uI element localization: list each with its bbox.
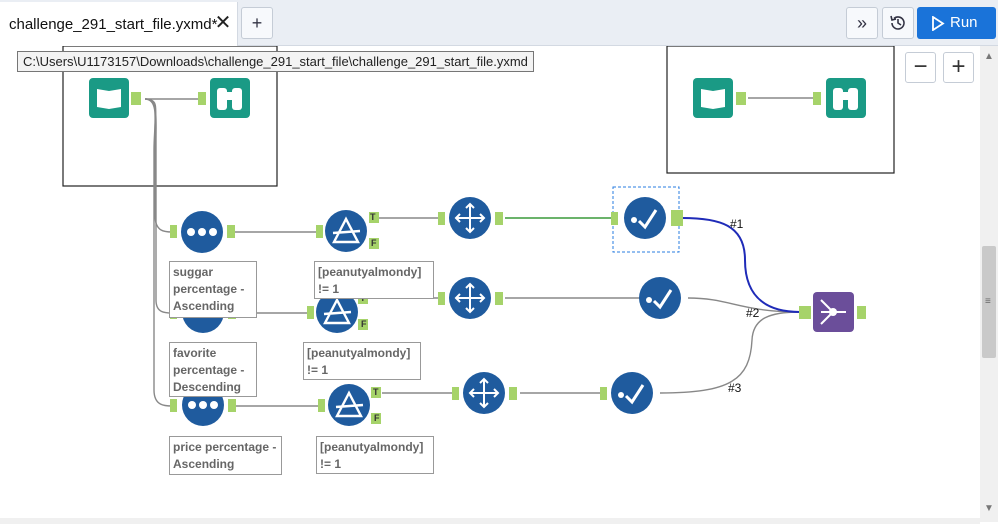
- close-icon[interactable]: ✕: [212, 12, 234, 34]
- true-anchor-label: T: [370, 212, 376, 222]
- file-path-tooltip: C:\Users\U1173157\Downloads\challenge_29…: [17, 51, 534, 72]
- vertical-scrollbar[interactable]: ▲ ≡ ▼: [980, 46, 998, 522]
- input-data-tool[interactable]: [89, 78, 129, 118]
- scroll-thumb[interactable]: ≡: [982, 246, 996, 358]
- tab-bar: challenge_291_start_file.yxmd* ✕ + » Run: [0, 0, 998, 46]
- filter-annotation: [peanutyalmondy] != 1: [314, 261, 434, 299]
- sort-annotation: price percentage - Ascending: [169, 436, 282, 475]
- false-anchor-label: F: [371, 238, 377, 248]
- history-icon[interactable]: [882, 7, 914, 39]
- connection-label: #1: [730, 217, 744, 231]
- connection-label: #3: [728, 381, 742, 395]
- select-tool[interactable]: [452, 372, 517, 414]
- scroll-down-icon[interactable]: ▼: [980, 501, 998, 517]
- output-anchor[interactable]: [131, 92, 141, 105]
- filter-tool[interactable]: [318, 384, 381, 426]
- zoom-in-button[interactable]: +: [943, 52, 974, 83]
- select-tool[interactable]: [438, 277, 503, 319]
- output-anchor[interactable]: [736, 92, 746, 105]
- sample-tool[interactable]: [611, 197, 683, 239]
- sort-annotation: suggar percentage - Ascending: [169, 261, 257, 318]
- false-anchor-label: F: [374, 413, 380, 423]
- tab-title: challenge_291_start_file.yxmd*: [9, 16, 218, 33]
- scroll-up-icon[interactable]: ▲: [980, 49, 998, 65]
- union-tool[interactable]: [799, 292, 866, 332]
- new-tab-button[interactable]: +: [241, 7, 273, 39]
- connection-label: #2: [746, 306, 760, 320]
- expand-icon[interactable]: »: [846, 7, 878, 39]
- filter-annotation: [peanutyalmondy] != 1: [316, 436, 434, 474]
- select-tool[interactable]: [438, 197, 503, 239]
- horizontal-scrollbar[interactable]: [0, 518, 980, 524]
- play-icon: [932, 16, 945, 31]
- browse-tool[interactable]: [826, 78, 866, 118]
- input-anchor[interactable]: [813, 92, 821, 105]
- run-label: Run: [950, 14, 978, 31]
- sample-tool[interactable]: [600, 372, 653, 414]
- tab-workflow[interactable]: challenge_291_start_file.yxmd* ✕: [0, 2, 238, 46]
- run-button[interactable]: Run: [917, 7, 996, 39]
- filter-annotation: [peanutyalmondy] != 1: [303, 342, 421, 380]
- sample-tool[interactable]: [639, 277, 681, 319]
- sort-tool[interactable]: [170, 211, 235, 253]
- workflow-canvas[interactable]: [0, 46, 980, 522]
- grip-icon: ≡: [985, 296, 991, 307]
- false-anchor-label: F: [361, 319, 367, 329]
- true-anchor-label: T: [373, 387, 379, 397]
- input-data-tool[interactable]: [693, 78, 733, 118]
- zoom-out-button[interactable]: −: [905, 52, 936, 83]
- input-anchor[interactable]: [198, 92, 206, 105]
- browse-tool[interactable]: [210, 78, 250, 118]
- sort-annotation: favorite percentage - Descending: [169, 342, 257, 397]
